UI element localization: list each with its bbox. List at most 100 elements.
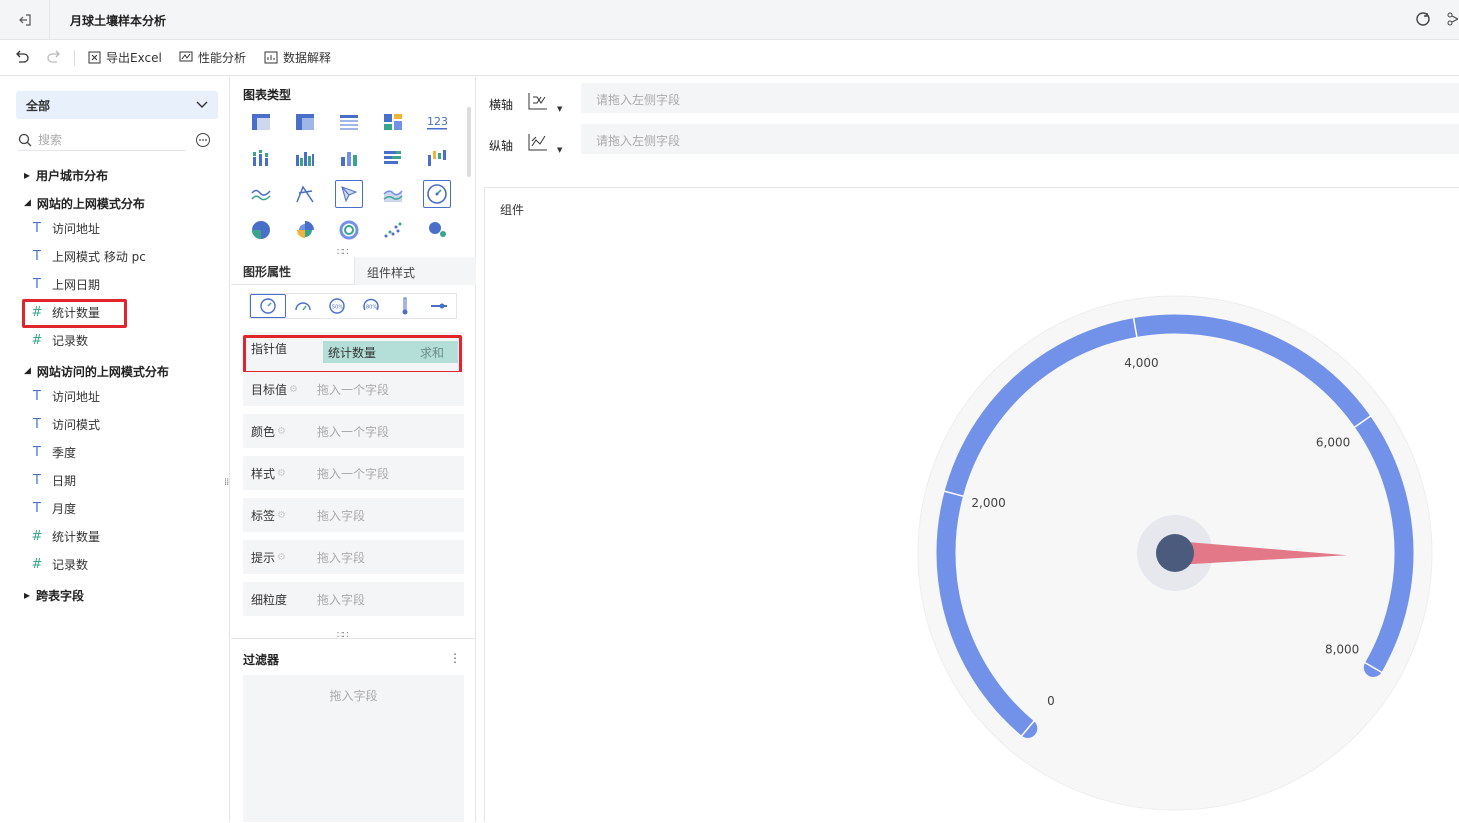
field-item[interactable]: T 上网模式 移动 pc xyxy=(30,246,146,266)
line-chart-icon[interactable] xyxy=(247,180,275,208)
back-button[interactable] xyxy=(0,0,50,39)
field-label: 月度 xyxy=(52,501,77,516)
grouped-bar-icon[interactable] xyxy=(247,144,275,172)
data-explain-label: 数据解释 xyxy=(283,51,332,65)
data-explain-button[interactable]: 数据解释 xyxy=(264,49,331,66)
group-web-visit-mode[interactable]: ◢ 网站访问的上网模式分布 xyxy=(24,361,169,381)
gauge-chart-icon[interactable] xyxy=(423,180,451,208)
resize-handle[interactable]: ∷∷ xyxy=(337,630,349,641)
filter-title: 过滤器 xyxy=(243,653,280,667)
group-web-mode[interactable]: ◢ 网站的上网模式分布 xyxy=(24,193,145,213)
performance-label: 性能分析 xyxy=(198,51,247,65)
svg-text:123: 123 xyxy=(427,115,448,128)
more-options-icon[interactable] xyxy=(195,132,211,148)
property-tabs: 图形属性 组件样式 xyxy=(231,257,476,285)
kpi-number-icon[interactable]: 123 xyxy=(423,108,451,136)
slot-label: 样式 ⚙ xyxy=(251,466,286,481)
chart-monitor-icon xyxy=(179,51,193,62)
area-chart-icon[interactable] xyxy=(379,180,407,208)
waterfall-chart-icon[interactable] xyxy=(423,144,451,172)
style-slot[interactable]: 样式 ⚙ 拖入一个字段 xyxy=(243,456,464,490)
x-axis-label: 横轴 xyxy=(489,98,514,112)
field-label: 日期 xyxy=(52,473,77,488)
tooltip-slot[interactable]: 提示 ⚙ 拖入字段 xyxy=(243,540,464,574)
label-slot[interactable]: 标签 ⚙ 拖入字段 xyxy=(243,498,464,532)
slot-placeholder: 拖入一个字段 xyxy=(317,424,390,439)
field-item[interactable]: # 记录数 xyxy=(30,330,88,350)
granularity-slot[interactable]: 细粒度 拖入字段 xyxy=(243,582,464,616)
caret-right-icon: ▸ xyxy=(24,588,31,602)
y-axis-label: 纵轴 xyxy=(489,139,514,153)
field-item[interactable]: T 季度 xyxy=(30,442,76,462)
color-slot[interactable]: 颜色 ⚙ 拖入一个字段 xyxy=(243,414,464,448)
field-item[interactable]: # 记录数 xyxy=(30,554,88,574)
field-item[interactable]: T 访问地址 xyxy=(30,386,100,406)
pie-chart-icon[interactable] xyxy=(247,216,275,244)
gauge-style-half-icon[interactable] xyxy=(286,294,320,318)
crosstab-chart-icon[interactable] xyxy=(291,108,319,136)
x-axis-sort-icon[interactable] xyxy=(527,91,549,111)
share-icon[interactable] xyxy=(1446,10,1459,28)
field-item[interactable]: T 日期 xyxy=(30,470,76,490)
toolbar: 导出Excel 性能分析 数据解释 xyxy=(0,40,1459,76)
group-cross-table[interactable]: ▸ 跨表字段 xyxy=(24,585,84,605)
field-item[interactable]: T 访问模式 xyxy=(30,414,100,434)
group-user-city[interactable]: ▸ 用户城市分布 xyxy=(24,165,108,185)
gauge-hub xyxy=(1156,534,1194,572)
bar-chart-icon[interactable] xyxy=(291,144,319,172)
gauge-style-ring-icon[interactable]: 80% xyxy=(354,294,388,318)
radar-chart-icon[interactable] xyxy=(291,180,319,208)
gauge-style-full-icon[interactable] xyxy=(250,294,286,318)
gauge-chart[interactable]: 0 2,000 4,000 6,000 8,000 xyxy=(485,188,1459,823)
horizontal-bar-icon[interactable] xyxy=(379,144,407,172)
field-item[interactable]: # 统计数量 xyxy=(30,526,100,546)
undo-icon[interactable] xyxy=(14,49,30,65)
card-chart-icon[interactable] xyxy=(379,108,407,136)
caret-down-icon[interactable]: ▼ xyxy=(557,146,562,154)
dataset-selector[interactable]: 全部 xyxy=(16,91,218,119)
gauge-style-slider-icon[interactable] xyxy=(422,294,456,318)
rose-chart-icon[interactable] xyxy=(291,216,319,244)
stacked-bar-icon[interactable] xyxy=(335,144,363,172)
settings-icon: ⚙ xyxy=(277,425,286,437)
gauge-style-thermometer-icon[interactable] xyxy=(388,294,422,318)
export-excel-button[interactable]: 导出Excel xyxy=(88,49,162,66)
tab-graphic-props[interactable]: 图形属性 xyxy=(243,263,291,280)
y-axis-drop-zone[interactable]: 请拖入左侧字段 xyxy=(581,124,1459,154)
excel-icon xyxy=(88,51,101,64)
donut-chart-icon[interactable] xyxy=(335,216,363,244)
x-axis-drop-zone[interactable]: 请拖入左侧字段 xyxy=(581,83,1459,113)
resize-handle[interactable]: ⁞⁞ xyxy=(224,477,229,488)
caret-right-icon: ▸ xyxy=(24,168,31,182)
slot-placeholder: 拖入一个字段 xyxy=(317,466,390,481)
text-type-icon: T xyxy=(33,388,41,404)
redo-icon[interactable] xyxy=(46,49,62,65)
bubble-chart-icon[interactable] xyxy=(423,216,451,244)
refresh-icon[interactable] xyxy=(1414,10,1432,28)
scatter-chart-icon[interactable] xyxy=(379,216,407,244)
field-item[interactable]: T 访问地址 xyxy=(30,218,100,238)
filter-placeholder: 拖入字段 xyxy=(329,689,378,703)
settings-icon: ⚙ xyxy=(289,383,298,395)
caret-down-icon[interactable]: ▼ xyxy=(557,105,562,113)
field-item[interactable]: T 月度 xyxy=(30,498,76,518)
slot-label: 提示 ⚙ xyxy=(251,550,286,565)
field-label: 访问地址 xyxy=(52,221,101,236)
gauge-tick-label: 0 xyxy=(1047,694,1055,708)
filter-drop-zone[interactable]: 拖入字段 xyxy=(243,675,464,822)
table-chart-icon[interactable] xyxy=(247,108,275,136)
tab-component-style[interactable]: 组件样式 xyxy=(354,257,476,285)
scrollbar[interactable] xyxy=(467,107,471,177)
y-axis-sort-icon[interactable] xyxy=(527,132,549,152)
map-chart-icon[interactable] xyxy=(335,180,363,208)
performance-button[interactable]: 性能分析 xyxy=(179,49,246,66)
gauge-tick-label: 4,000 xyxy=(1124,356,1158,370)
gauge-tick-label: 8,000 xyxy=(1325,643,1359,657)
target-value-slot[interactable]: 目标值 ⚙ 拖入一个字段 xyxy=(243,372,464,406)
field-item[interactable]: T 上网日期 xyxy=(30,274,100,294)
detail-table-icon[interactable] xyxy=(335,108,363,136)
filter-menu-icon[interactable]: ⋮ xyxy=(449,651,461,665)
gauge-style-percent-icon[interactable]: 50% xyxy=(320,294,354,318)
chevron-down-icon xyxy=(196,101,208,108)
search-field[interactable]: 搜索 xyxy=(18,129,186,151)
